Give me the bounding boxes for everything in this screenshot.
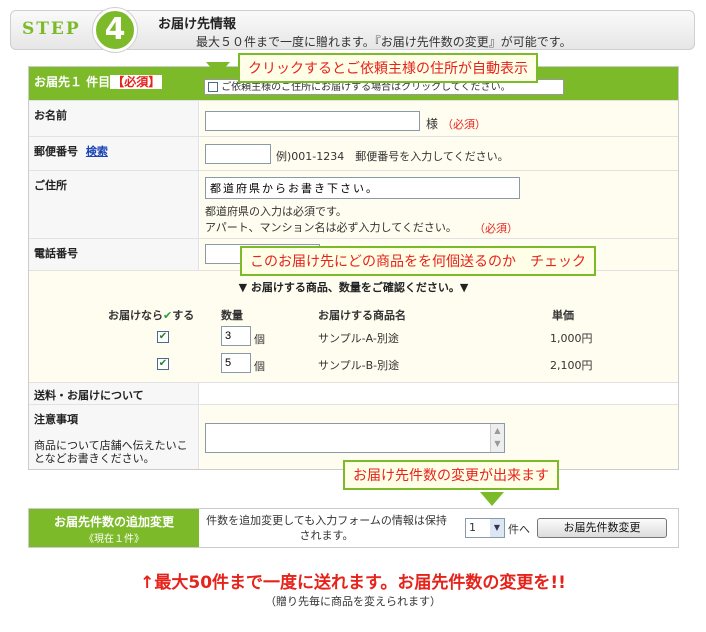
step-title: お届け先情報 xyxy=(158,17,237,32)
qty-input[interactable] xyxy=(221,353,251,373)
footer-headline: ↑最大50件まで一度に送れます。お届先件数の変更を!! xyxy=(140,573,566,593)
footer-note: （贈り先毎に商品を変えられます） xyxy=(265,595,441,608)
notes-label: 注意事項 xyxy=(34,413,78,426)
down-arrow-icon xyxy=(206,62,230,76)
product-checkbox[interactable]: ✔ xyxy=(157,331,169,343)
product-section: ▼ お届けする商品、数量をご確認ください。▼ お届けなら✔する 数量 お届けする… xyxy=(29,271,678,383)
deliver-column-header: お届けなら✔する xyxy=(108,307,194,323)
change-count-section: お届先件数の追加変更 《現在１件》 件数を追加変更しても入力フォームの情報は保持… xyxy=(28,508,679,548)
address-row: ご住所 都道府県の入力は必須です。 アパート、マンション名は必ず入力してください… xyxy=(29,171,678,239)
same-address-checkbox[interactable] xyxy=(208,82,218,92)
textarea-scrollbar[interactable]: ▲ ▼ xyxy=(490,424,504,452)
address-note-1: 都道府県の入力は必須です。 xyxy=(205,205,347,218)
product-name: サンプル-A-別途 xyxy=(318,332,399,345)
name-suffix: 様 xyxy=(426,117,439,131)
address-input[interactable] xyxy=(205,177,520,199)
name-row: お名前 様 （必須） xyxy=(29,101,678,137)
chevron-down-icon: ▼ xyxy=(490,519,504,537)
name-required: （必須） xyxy=(442,118,486,131)
step-number-badge: 4 xyxy=(93,8,137,52)
price-column-header: 単価 xyxy=(552,309,574,322)
qty-unit: 個 xyxy=(254,333,265,346)
notes-description: 商品について店舗へ伝えたいことなどお書きください。 xyxy=(34,439,188,465)
shipping-label: 送料・お届けについて xyxy=(29,383,199,404)
same-address-text: ご依頼主様のご住所にお届けする場合はクリックしてください。 xyxy=(221,82,511,93)
step-word: STEP xyxy=(22,19,81,39)
down-arrow-icon xyxy=(480,492,504,506)
change-count-label: お届先件数の追加変更 《現在１件》 xyxy=(29,509,199,547)
shipping-row: 送料・お届けについて xyxy=(29,383,678,405)
product-check-callout: このお届け先にどの商品をを何個送るのか チェック xyxy=(240,246,596,276)
count-select-value: 1 xyxy=(469,521,476,534)
current-count: 《現在１件》 xyxy=(84,534,144,545)
zip-row: 郵便番号 検索 例)001-1234 郵便番号を入力してください。 xyxy=(29,137,678,171)
change-count-button[interactable]: お届先件数変更 xyxy=(537,518,667,538)
zip-label-cell: 郵便番号 検索 xyxy=(29,137,199,170)
count-select[interactable]: 1 ▼ xyxy=(465,518,505,538)
phone-label: 電話番号 xyxy=(29,239,199,270)
product-name: サンプル-B-別途 xyxy=(318,359,400,372)
step-subtitle: 最大５０件まで一度に贈れます。『お届け先件数の変更』が可能です。 xyxy=(196,35,572,49)
name-label: お名前 xyxy=(29,101,199,136)
address-required: （必須） xyxy=(474,222,518,235)
product-price: 2,100円 xyxy=(550,359,593,372)
qty-unit: 個 xyxy=(254,360,265,373)
check-mark-icon: ✔ xyxy=(163,309,173,322)
change-count-callout: お届け先件数の変更が出来ます xyxy=(343,460,559,490)
product-price: 1,000円 xyxy=(550,332,593,345)
address-label: ご住所 xyxy=(29,171,199,238)
auto-fill-callout: クリックするとご依頼主様の住所が自動表示 xyxy=(238,53,538,83)
product-heading: ▼ お届けする商品、数量をご確認ください。▼ xyxy=(238,281,469,294)
deliver-column-suffix: する xyxy=(172,309,195,322)
name-cell: 様 （必須） xyxy=(200,101,678,136)
zip-hint: 例)001-1234 郵便番号を入力してください。 xyxy=(276,150,509,163)
delivery-number-text: お届先１ 件目 xyxy=(34,75,111,89)
notes-label-cell: 注意事項 商品について店舗へ伝えたいことなどお書きください。 xyxy=(29,405,199,469)
address-cell: 都道府県の入力は必須です。 アパート、マンション名は必ず入力してください。 （必… xyxy=(200,171,678,238)
shipping-cell xyxy=(200,383,678,404)
address-note-2: アパート、マンション名は必ず入力してください。 xyxy=(205,221,457,234)
zip-input[interactable] xyxy=(205,144,271,164)
change-count-info: 件数を追加変更しても入力フォームの情報は保持されます。 xyxy=(206,514,447,542)
delivery-number-label: お届先１ 件目 【必須】 xyxy=(29,67,199,100)
product-checkbox[interactable]: ✔ xyxy=(157,358,169,370)
count-select-suffix: 件へ xyxy=(508,523,530,536)
zip-search-link[interactable]: 検索 xyxy=(86,145,108,158)
name-input[interactable] xyxy=(205,111,420,131)
qty-input[interactable] xyxy=(221,326,251,346)
deliver-column-text: お届けなら xyxy=(108,309,163,322)
zip-cell: 例)001-1234 郵便番号を入力してください。 xyxy=(200,137,678,170)
change-count-title: お届先件数の追加変更 xyxy=(53,515,174,529)
notes-textarea[interactable]: ▲ ▼ xyxy=(205,423,505,453)
qty-column-header: 数量 xyxy=(221,309,243,322)
zip-label: 郵便番号 xyxy=(34,145,78,158)
product-name-column-header: お届けする商品名 xyxy=(318,309,406,322)
required-badge: 【必須】 xyxy=(110,75,163,89)
